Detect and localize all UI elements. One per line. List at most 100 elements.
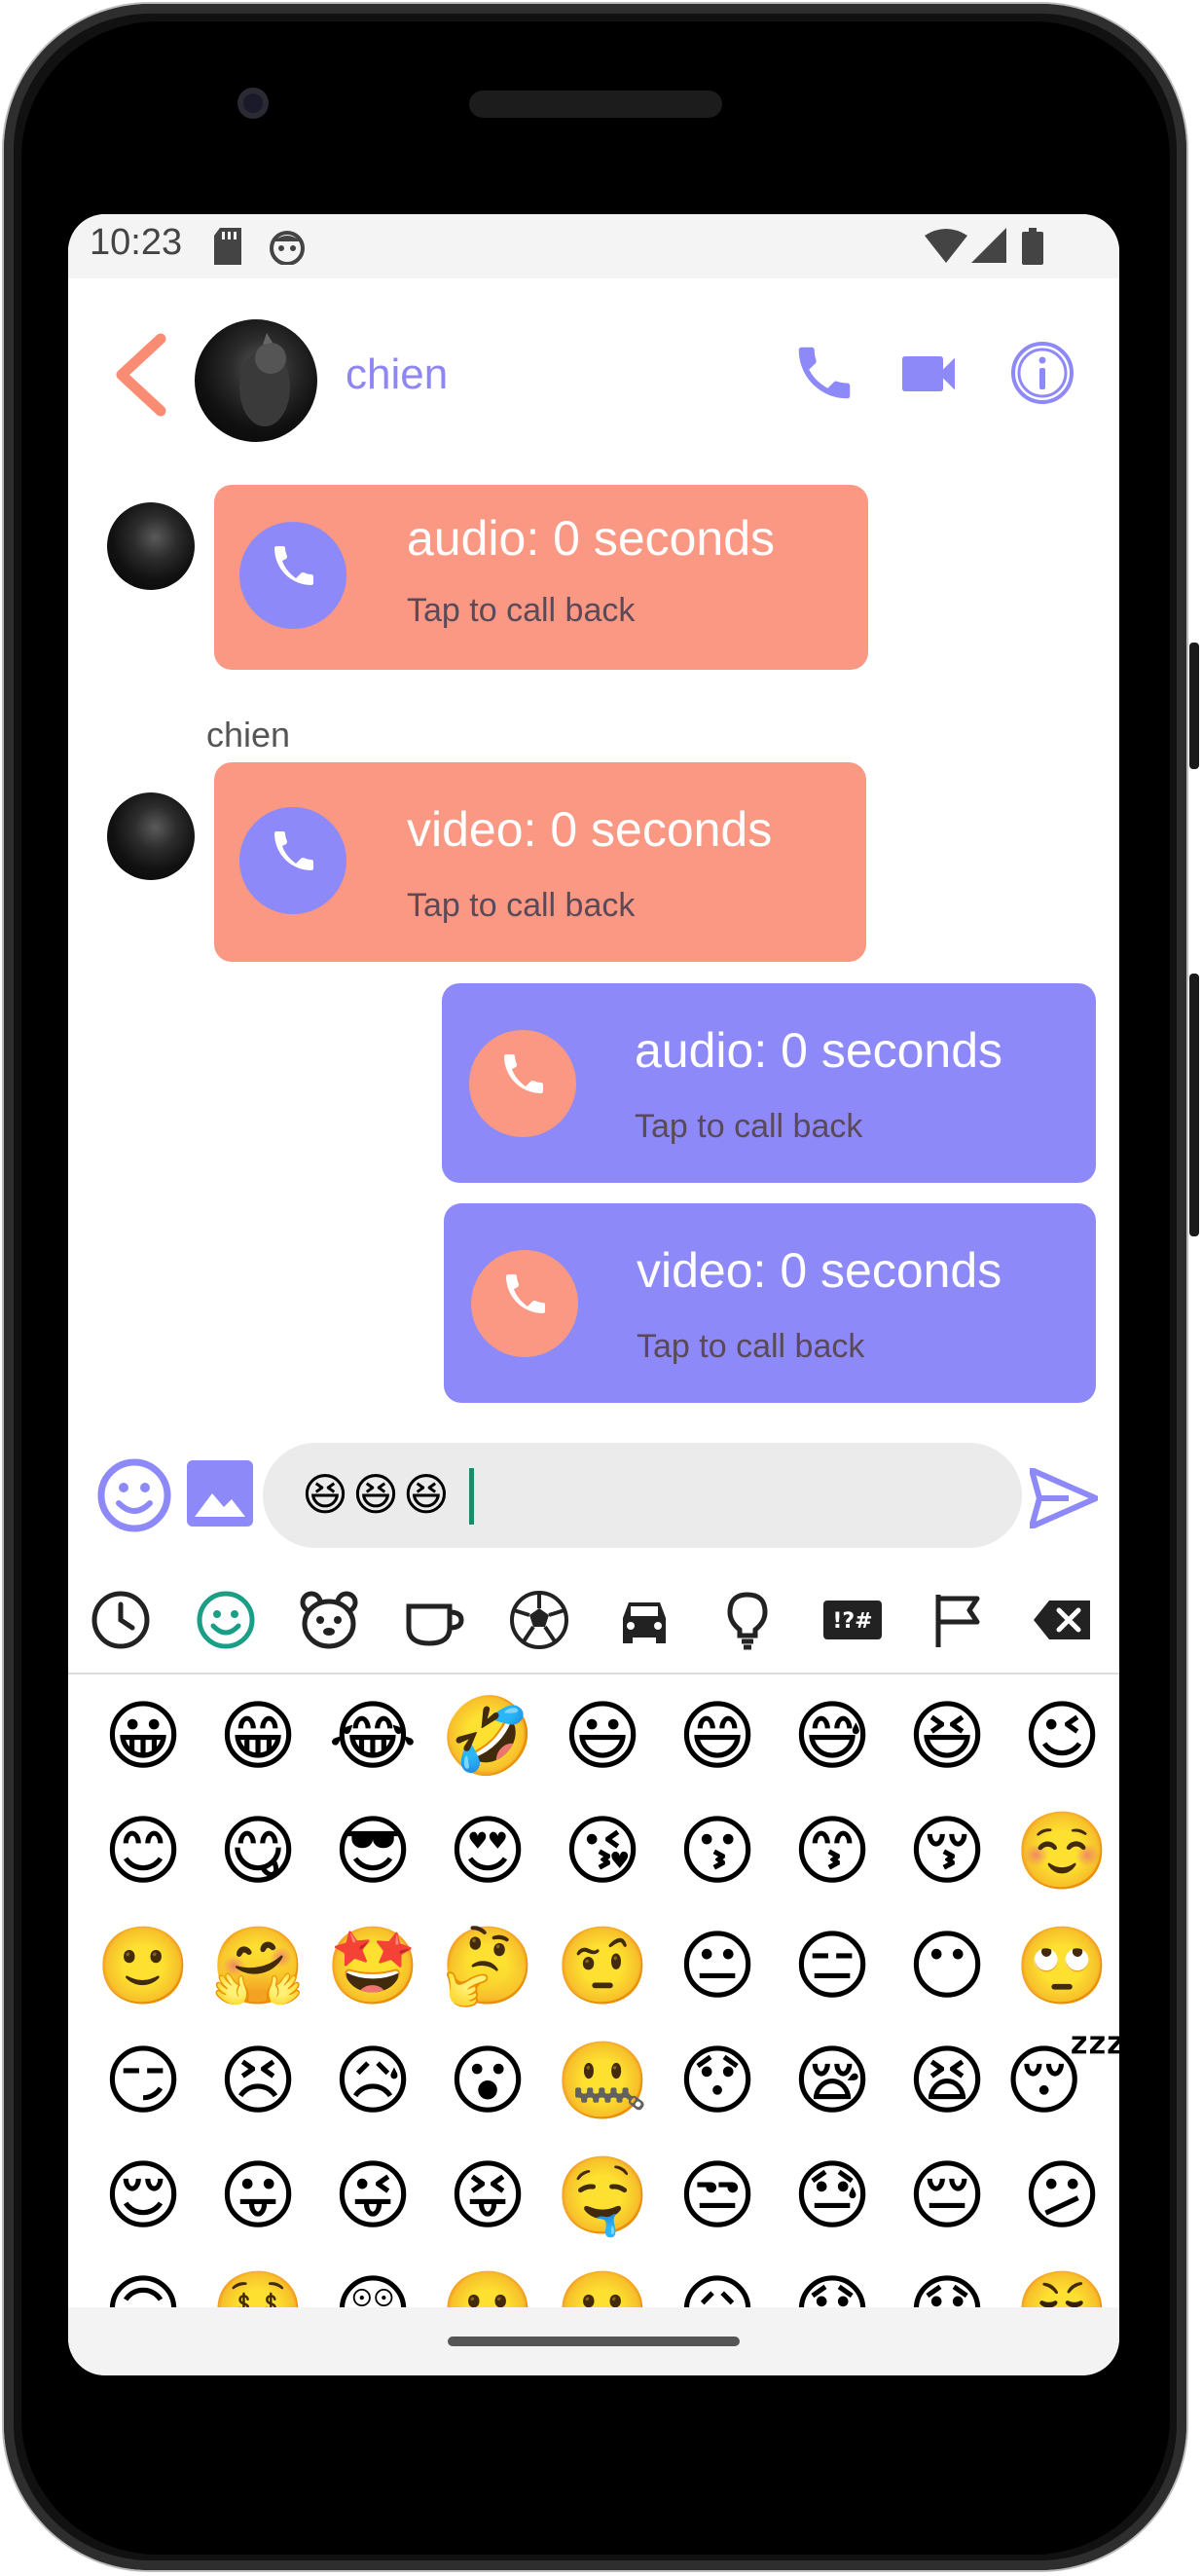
emoji-key[interactable]: 😮 [430,2024,545,2139]
emoji-key[interactable]: 🤨 [545,1909,660,2024]
emoji-key[interactable]: 🙂 [86,1909,200,2024]
earpiece-speaker [469,91,722,118]
emoji-key[interactable]: 😂 [315,1679,430,1794]
emoji-category-bar: !?# [68,1567,1119,1674]
emoji-icon[interactable] [95,1456,173,1534]
emoji-key[interactable]: 😣 [200,2024,315,2139]
emoji-key[interactable]: 😙 [775,1794,890,1909]
emoji-key[interactable]: 🙄 [1004,1909,1119,2024]
smileys-category-icon[interactable] [195,1589,257,1651]
recent-emoji-icon[interactable] [90,1589,152,1651]
call-subtitle: Tap to call back [637,1328,865,1365]
emoji-key[interactable]: 😗 [660,1794,775,1909]
emoji-key[interactable]: 🤩 [315,1909,430,2024]
emoji-key[interactable]: 😑 [775,1909,890,2024]
emoji-key[interactable]: 😯 [660,2024,775,2139]
call-bubble-incoming-audio[interactable]: audio: 0 seconds Tap to call back [214,485,868,670]
objects-category-icon[interactable] [716,1589,779,1651]
status-bar: 10:23 [68,214,1119,278]
emoji-key[interactable]: 😎 [315,1794,430,1909]
phone-icon [274,831,313,870]
call-title: video: 0 seconds [407,802,773,857]
emoji-key[interactable]: 🤗 [200,1909,315,2024]
front-camera [237,88,269,119]
emoji-key[interactable]: 😝 [430,2139,545,2254]
emoji-key[interactable]: 😴 [1004,2024,1119,2139]
emoji-key[interactable]: 😄 [660,1679,775,1794]
activities-category-icon[interactable] [508,1589,570,1651]
emoji-key[interactable]: 😀 [86,1679,200,1794]
food-category-icon[interactable] [403,1589,465,1651]
text-caret [469,1468,474,1525]
status-time: 10:23 [90,222,183,263]
contact-name[interactable]: chien [346,350,448,399]
info-icon[interactable] [1008,339,1076,407]
call-subtitle: Tap to call back [635,1108,863,1145]
emoji-key[interactable]: 😔 [890,2139,1004,2254]
call-back-circle [471,1250,578,1357]
image-icon[interactable] [187,1460,253,1527]
phone-frame: 10:23 chien audio: 0 seconds Tap to call… [0,0,1202,2576]
emoji-key[interactable]: 😜 [315,2139,430,2254]
emoji-key[interactable]: 😪 [775,2024,890,2139]
call-bubble-incoming-video[interactable]: video: 0 seconds Tap to call back [214,762,866,962]
emoji-key[interactable]: 😏 [86,2024,200,2139]
call-bubble-outgoing-audio[interactable]: audio: 0 seconds Tap to call back [442,983,1096,1183]
emoji-key[interactable]: 😉 [1004,1679,1119,1794]
emoji-key[interactable]: 🤣 [430,1679,545,1794]
wifi-icon [925,229,967,263]
emoji-key[interactable]: 😓 [775,2139,890,2254]
contact-avatar[interactable] [195,319,317,442]
emoji-key[interactable]: 😒 [660,2139,775,2254]
emoji-key[interactable]: 😐 [660,1909,775,2024]
message-input-text: 😆😆😆 [302,1468,454,1521]
battery-icon [1022,228,1043,265]
emoji-key[interactable]: 😊 [86,1794,200,1909]
emoji-key[interactable]: 😕 [1004,2139,1119,2254]
emoji-key[interactable]: 😛 [200,2139,315,2254]
call-title: audio: 0 seconds [635,1023,1003,1078]
emoji-key[interactable]: 😆 [890,1679,1004,1794]
emoji-key[interactable]: 🤔 [430,1909,545,2024]
svg-text:!?#: !?# [832,1609,872,1634]
emoji-key[interactable]: 😌 [86,2139,200,2254]
emoji-key[interactable]: 🤤 [545,2139,660,2254]
flags-category-icon[interactable] [927,1589,989,1651]
emoji-key[interactable]: 😃 [545,1679,660,1794]
message-avatar [107,792,195,880]
emoji-key[interactable]: ☺️ [1004,1794,1119,1909]
emoji-key[interactable]: 😍 [430,1794,545,1909]
video-camera-icon[interactable] [893,339,964,409]
phone-icon [506,1274,545,1313]
home-gesture-handle[interactable] [448,2337,740,2346]
volume-button [1189,643,1199,769]
phone-icon[interactable] [790,339,858,407]
back-arrow-icon[interactable] [107,331,175,419]
animals-category-icon[interactable] [298,1589,360,1651]
phone-icon [504,1054,543,1093]
message-input[interactable]: 😆😆😆 [263,1443,1022,1548]
android-face-icon [270,231,305,265]
sender-name: chien [206,715,291,754]
emoji-key[interactable]: 😫 [890,2024,1004,2139]
call-subtitle: Tap to call back [407,887,636,924]
emoji-key[interactable]: 😁 [200,1679,315,1794]
symbols-category-icon[interactable]: !?# [821,1589,884,1651]
emoji-key[interactable]: 🤐 [545,2024,660,2139]
phone-icon [274,546,313,585]
emoji-key[interactable]: 😘 [545,1794,660,1909]
send-icon[interactable] [1030,1468,1098,1528]
emoji-key[interactable]: 😶 [890,1909,1004,2024]
call-back-circle [469,1030,576,1137]
travel-category-icon[interactable] [613,1589,675,1651]
backspace-icon[interactable] [1032,1589,1094,1651]
call-bubble-outgoing-video[interactable]: video: 0 seconds Tap to call back [444,1203,1096,1403]
call-title: video: 0 seconds [637,1243,1002,1298]
emoji-key[interactable]: 😥 [315,2024,430,2139]
emoji-key[interactable]: 😚 [890,1794,1004,1909]
call-subtitle: Tap to call back [407,592,636,629]
emoji-key[interactable]: 😅 [775,1679,890,1794]
call-title: audio: 0 seconds [407,511,776,566]
cell-signal-icon [971,228,1006,263]
emoji-key[interactable]: 😋 [200,1794,315,1909]
